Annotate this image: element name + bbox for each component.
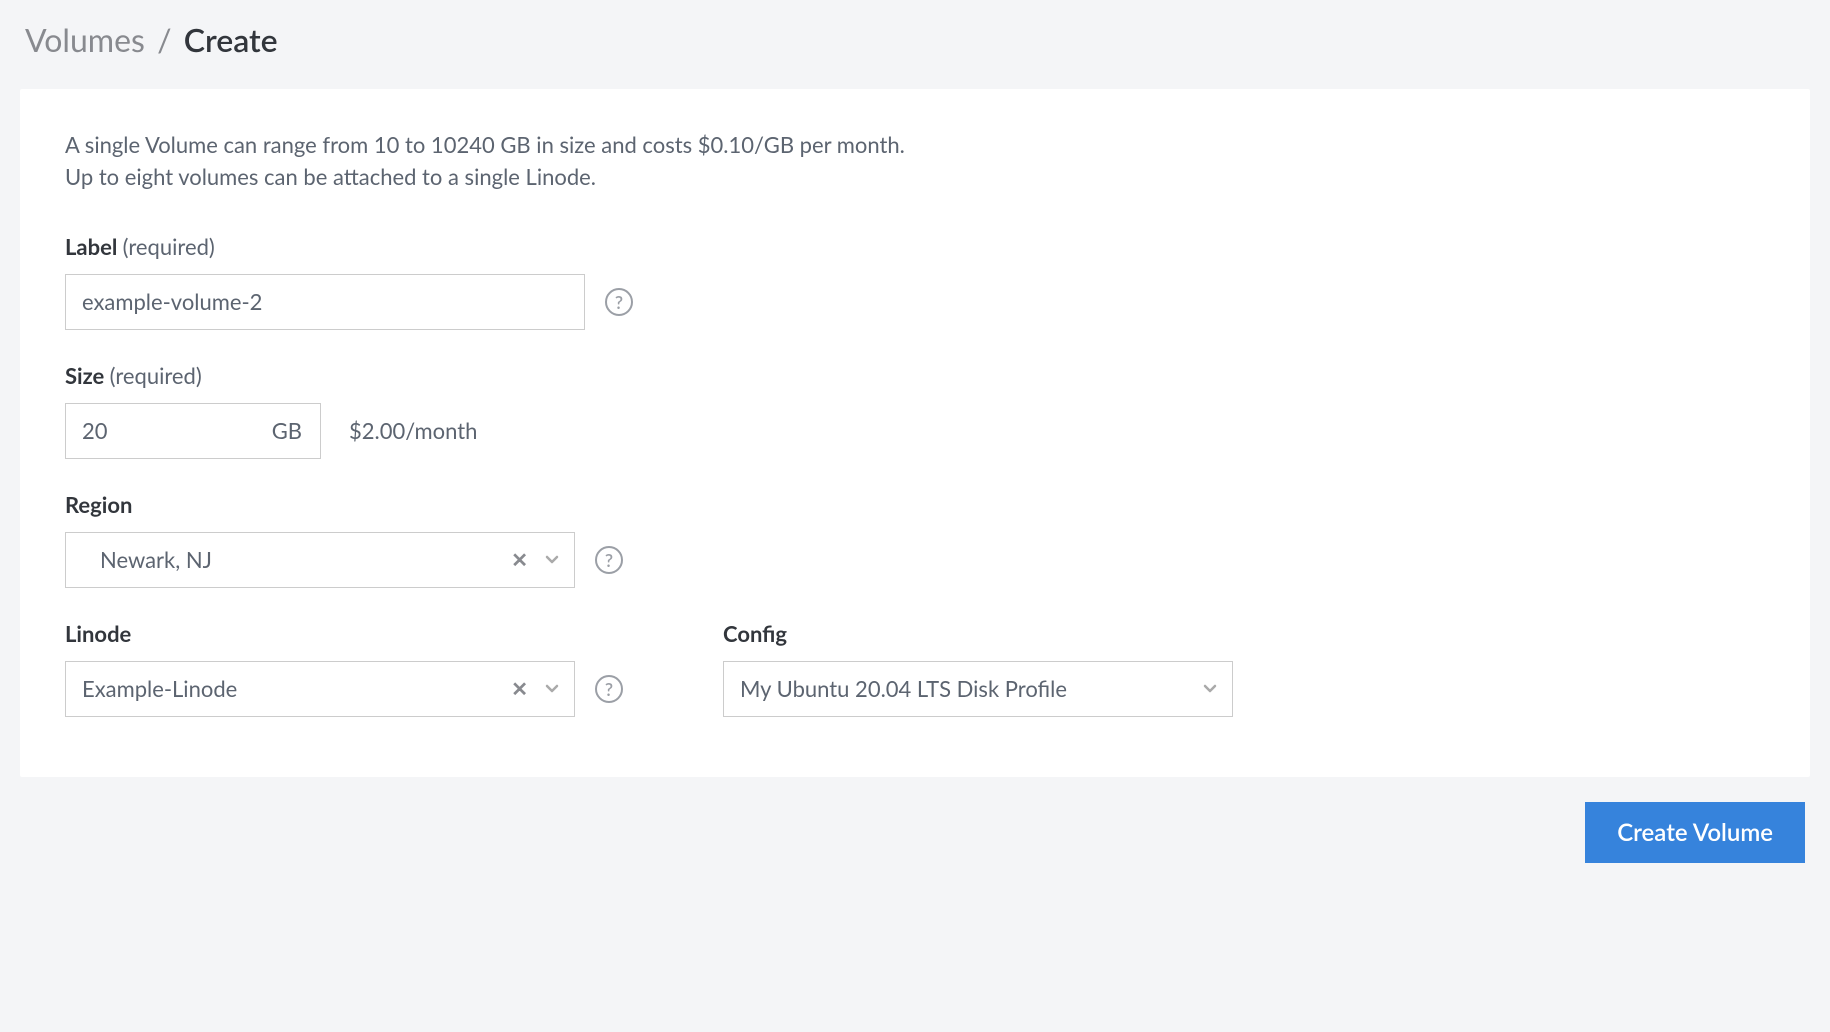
linode-config-row: Linode Example-Linode ✕ ? Config xyxy=(65,620,1765,717)
label-group: Label (required) ? xyxy=(65,233,1765,330)
size-field-label: Size (required) xyxy=(65,362,1765,389)
region-value: Newark, NJ xyxy=(100,546,507,573)
clear-icon[interactable]: ✕ xyxy=(507,673,532,705)
label-required: (required) xyxy=(123,233,215,260)
region-title: Region xyxy=(65,491,132,518)
config-field-label: Config xyxy=(723,620,1233,647)
label-input[interactable] xyxy=(65,274,585,330)
linode-field-label: Linode xyxy=(65,620,623,647)
breadcrumb: Volumes / Create xyxy=(20,20,1810,59)
config-title: Config xyxy=(723,620,787,647)
clear-icon[interactable]: ✕ xyxy=(507,544,532,576)
size-price: $2.00/month xyxy=(349,417,477,444)
create-volume-button[interactable]: Create Volume xyxy=(1585,802,1805,863)
label-title: Label xyxy=(65,233,117,260)
size-unit: GB xyxy=(254,417,320,444)
chevron-down-icon[interactable] xyxy=(542,550,562,570)
linode-title: Linode xyxy=(65,620,131,647)
description-line-1: A single Volume can range from 10 to 102… xyxy=(65,129,1765,161)
linode-group: Linode Example-Linode ✕ ? xyxy=(65,620,623,717)
chevron-down-icon[interactable] xyxy=(1200,679,1220,699)
region-select[interactable]: Newark, NJ ✕ xyxy=(65,532,575,588)
help-icon[interactable]: ? xyxy=(595,675,623,703)
description-line-2: Up to eight volumes can be attached to a… xyxy=(65,161,1765,193)
size-input[interactable] xyxy=(66,404,254,458)
size-required: (required) xyxy=(110,362,202,389)
breadcrumb-current: Create xyxy=(184,20,278,59)
config-select[interactable]: My Ubuntu 20.04 LTS Disk Profile xyxy=(723,661,1233,717)
footer-actions: Create Volume xyxy=(20,802,1810,863)
linode-select[interactable]: Example-Linode ✕ xyxy=(65,661,575,717)
linode-value: Example-Linode xyxy=(82,675,507,702)
config-group: Config My Ubuntu 20.04 LTS Disk Profile xyxy=(723,620,1233,717)
label-field-label: Label (required) xyxy=(65,233,1765,260)
help-icon[interactable]: ? xyxy=(605,288,633,316)
description-text: A single Volume can range from 10 to 102… xyxy=(65,129,1765,193)
breadcrumb-parent[interactable]: Volumes xyxy=(25,20,145,59)
region-group: Region Newark, NJ ✕ ? xyxy=(65,491,1765,588)
size-input-wrap: GB xyxy=(65,403,321,459)
breadcrumb-separator: / xyxy=(157,20,171,59)
region-field-label: Region xyxy=(65,491,1765,518)
help-icon[interactable]: ? xyxy=(595,546,623,574)
config-value: My Ubuntu 20.04 LTS Disk Profile xyxy=(740,675,1200,702)
size-group: Size (required) GB $2.00/month xyxy=(65,362,1765,459)
chevron-down-icon[interactable] xyxy=(542,679,562,699)
create-volume-card: A single Volume can range from 10 to 102… xyxy=(20,89,1810,777)
size-title: Size xyxy=(65,362,104,389)
